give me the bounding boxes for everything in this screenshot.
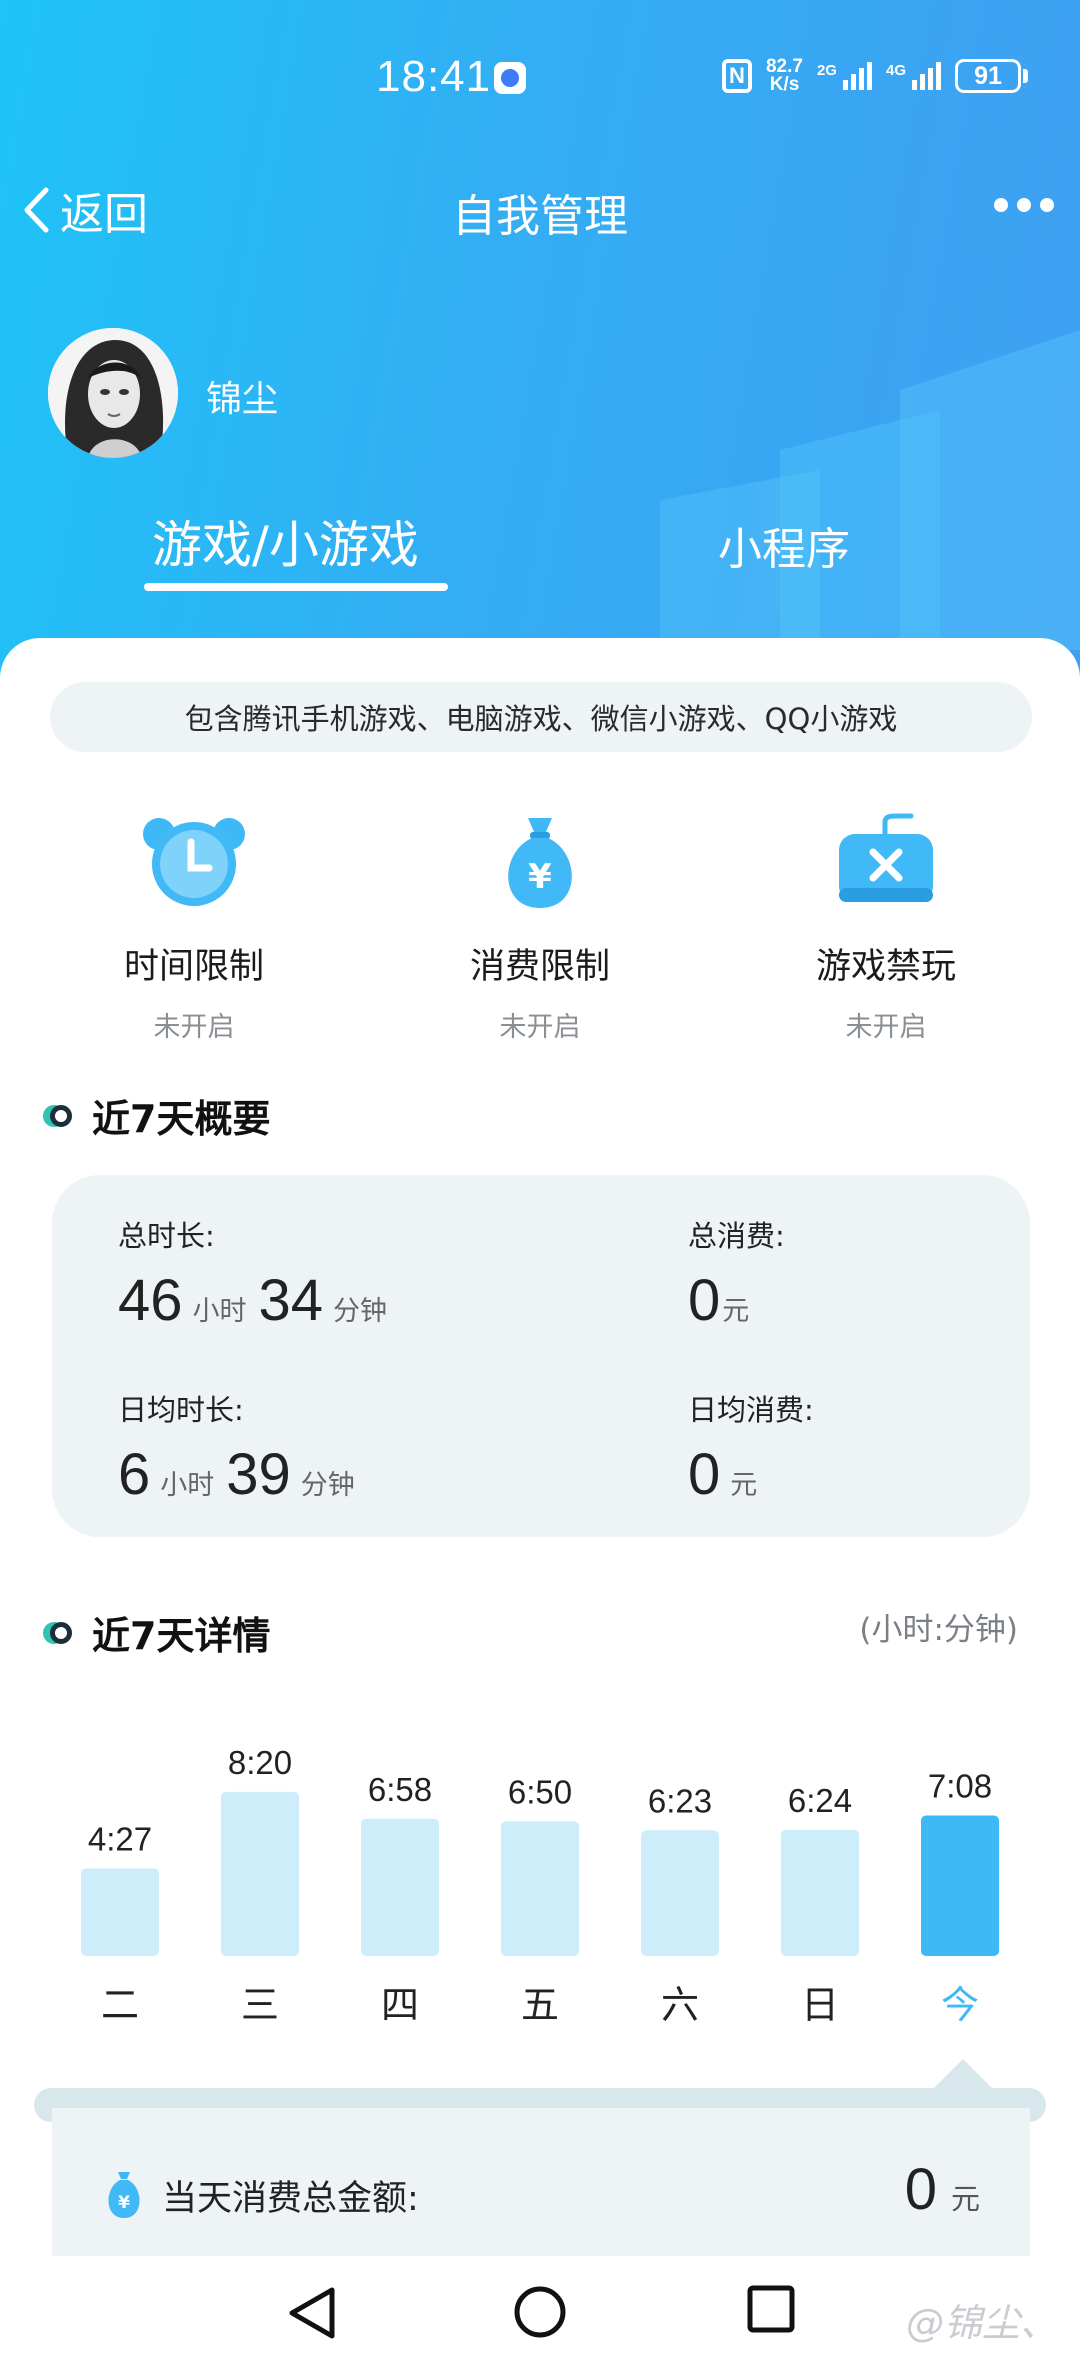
status-bar: 18:41 N 82.7 K/s 2G 4G 91 (0, 0, 1080, 160)
feature-spend-limit[interactable]: ¥ 消费限制 未开启 (410, 812, 670, 1044)
yuan-unit: 元 (722, 1296, 750, 1327)
avg-time-label: 日均时长: (118, 1393, 244, 1427)
total-spend-label: 总消费: (688, 1219, 785, 1253)
watermark: @锦尘、 (905, 2301, 1058, 2345)
unit-note: (小时:分钟) (859, 1612, 1018, 1648)
total-hours: 46 (118, 1268, 183, 1333)
minute-unit: 分钟 (300, 1470, 355, 1501)
day-label[interactable]: 六 (661, 1983, 699, 2027)
minute-unit: 分钟 (333, 1296, 388, 1327)
summary-section-header: 近7天概要 (50, 1088, 270, 1143)
status-time: 18:41 (376, 52, 492, 101)
feature-status: 未开启 (153, 1012, 235, 1043)
feature-label: 游戏禁玩 (815, 947, 956, 987)
feature-label: 消费限制 (469, 947, 610, 987)
nfc-icon: N (721, 59, 752, 93)
bar-value-label: 6:23 (648, 1782, 712, 1819)
hour-unit: 小时 (192, 1296, 247, 1327)
stairs-decoration (660, 330, 1080, 650)
home-circle-icon[interactable] (512, 2284, 568, 2340)
day-label[interactable]: 今 (941, 1983, 979, 2027)
total-spend: 0 (688, 1268, 721, 1333)
nav-bar: 返回 自我管理 (0, 160, 1080, 270)
details-title: 近7天详情 (92, 1614, 271, 1658)
day-label[interactable]: 五 (521, 1983, 559, 2027)
tab-active-indicator (144, 583, 448, 591)
tab-games[interactable]: 游戏/小游戏 (152, 505, 419, 577)
bar-value-label: 6:58 (368, 1771, 432, 1808)
signal-2g-icon: 2G (817, 62, 872, 90)
money-bag-icon: ¥ (508, 818, 572, 908)
net2-label: 4G (885, 62, 906, 79)
daily-usage-chart: 4:27 二 8:20 三 6:58 四 6:50 五 6:23 六 6:24 日 7:08 今 (0, 1700, 1080, 2040)
battery-icon: 91 (955, 59, 1028, 93)
feature-game-ban[interactable]: 游戏禁玩 未开启 (756, 812, 1016, 1044)
avg-spend-label: 日均消费: (688, 1393, 814, 1427)
bar-4[interactable] (641, 1830, 719, 1956)
bar-value-label: 8:20 (228, 1744, 292, 1781)
day-label[interactable]: 日 (801, 1983, 839, 2027)
svg-text:¥: ¥ (118, 2193, 130, 2213)
network-speed: 82.7 K/s (766, 57, 803, 95)
more-dots-icon[interactable] (994, 198, 1054, 212)
bar-5[interactable] (781, 1829, 859, 1956)
summary-title: 近7天概要 (92, 1097, 271, 1141)
feature-status: 未开启 (499, 1012, 581, 1043)
bar-3[interactable] (501, 1821, 579, 1956)
total-time-label: 总时长: (118, 1219, 215, 1253)
scope-notice: 包含腾讯手机游戏、电脑游戏、微信小游戏、QQ小游戏 (50, 682, 1032, 752)
today-spend-label: 当天消费总金额: (162, 2179, 419, 2219)
avg-spend: 0 (688, 1442, 721, 1507)
feature-status: 未开启 (845, 1012, 927, 1043)
today-pointer (933, 2059, 993, 2089)
recents-square-icon[interactable] (746, 2284, 796, 2334)
today-spend-value: 0 元 (905, 2156, 980, 2223)
speed-unit: K/s (769, 74, 800, 95)
back-triangle-icon[interactable] (286, 2284, 338, 2342)
app-root: 18:41 N 82.7 K/s 2G 4G 91 返回 自我管理 锦尘 游戏/… (0, 0, 1080, 2376)
bar-2[interactable] (361, 1818, 439, 1956)
bar-0[interactable] (81, 1868, 159, 1956)
bar-value-label: 4:27 (88, 1820, 152, 1857)
hour-unit: 小时 (160, 1470, 215, 1501)
signal-4g-icon: 4G (886, 62, 941, 90)
username: 锦尘 (206, 379, 279, 420)
total-time-value: 46 小时 34 分钟 (118, 1267, 399, 1334)
bar-value-label: 6:50 (508, 1773, 572, 1810)
avg-time-value: 6 小时 39 分钟 (118, 1441, 367, 1508)
feature-label: 时间限制 (123, 947, 264, 987)
feature-time-limit[interactable]: 时间限制 未开启 (64, 812, 324, 1044)
money-bag-icon: ¥ (108, 2172, 140, 2218)
bar-value-label: 7:08 (928, 1767, 992, 1804)
details-section-header: 近7天详情 (50, 1605, 270, 1660)
gamepad-block-icon (839, 813, 933, 902)
net1-label: 2G (816, 62, 837, 79)
battery-level: 91 (955, 59, 1021, 93)
section-dot-icon (50, 1104, 72, 1127)
bar-6[interactable] (921, 1815, 999, 1956)
avg-spend-value: 0 元 (688, 1441, 769, 1508)
bar-value-label: 6:24 (788, 1782, 852, 1819)
summary-panel: 总时长: 46 小时 34 分钟 总消费: 0 元 日均时长: 6 小时 39 … (52, 1175, 1030, 1537)
bar-chart-svg: 4:27 二 8:20 三 6:58 四 6:50 五 6:23 六 6:24 日 7:08 今 (81, 1744, 999, 2027)
avg-minutes: 39 (226, 1442, 291, 1507)
avatar[interactable] (48, 328, 178, 458)
app-notification-icon (494, 62, 526, 94)
yuan-unit: 元 (730, 1470, 758, 1501)
day-label[interactable]: 四 (381, 1983, 419, 2027)
svg-text:¥: ¥ (528, 857, 552, 897)
alarm-clock-icon (143, 818, 245, 906)
day-label[interactable]: 二 (101, 1983, 139, 2027)
today-spend-panel: ¥ 当天消费总金额: 0 元 (52, 2108, 1030, 2278)
total-minutes: 34 (258, 1268, 324, 1333)
bar-1[interactable] (221, 1791, 299, 1956)
today-spend-amount: 0 (904, 2157, 937, 2222)
avg-hours: 6 (118, 1442, 151, 1507)
day-label[interactable]: 三 (241, 1983, 279, 2027)
total-spend-value: 0 元 (688, 1267, 761, 1334)
tab-mini-programs[interactable]: 小程序 (718, 513, 850, 577)
section-dot-icon (50, 1621, 72, 1644)
page-title: 自我管理 (452, 191, 628, 242)
today-spend-unit: 元 (950, 2182, 980, 2216)
